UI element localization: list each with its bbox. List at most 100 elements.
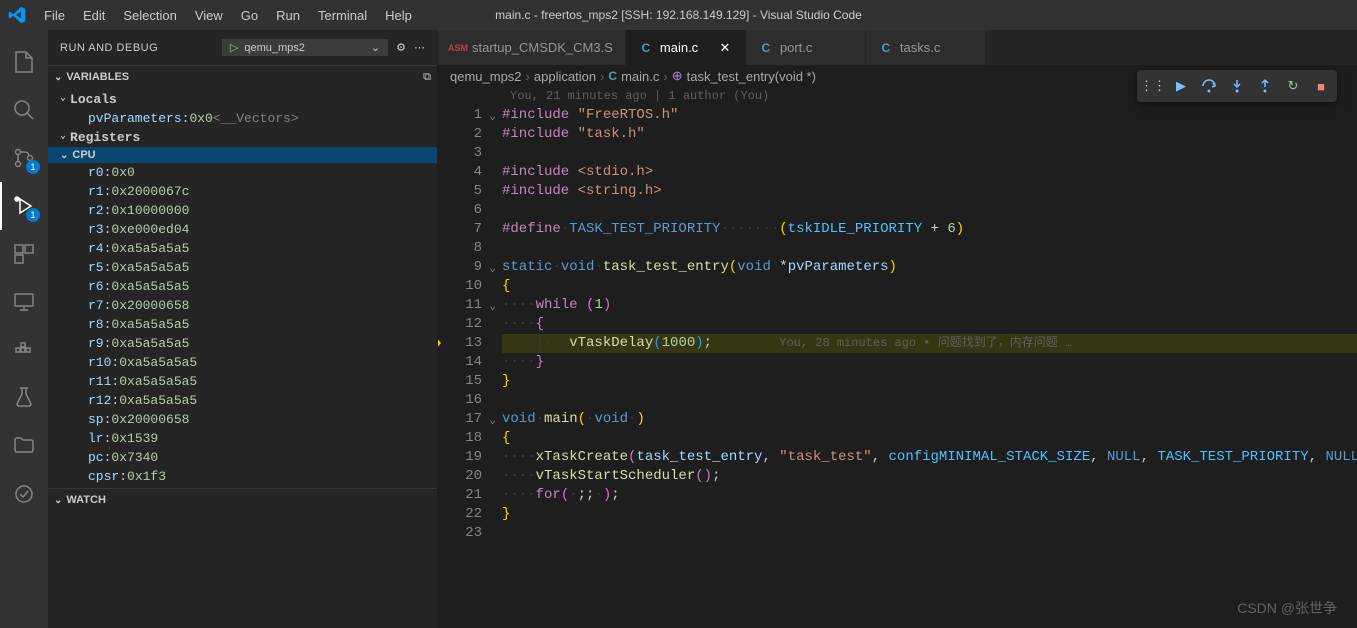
line-number[interactable]: 21 (438, 486, 482, 505)
code-line[interactable]: #include "FreeRTOS.h" (502, 106, 1357, 125)
line-number[interactable]: 15 (438, 372, 482, 391)
close-icon[interactable]: ✕ (717, 40, 733, 56)
code-line[interactable] (502, 524, 1357, 543)
code-line[interactable] (502, 391, 1357, 410)
menu-help[interactable]: Help (377, 4, 420, 27)
editor-tab[interactable]: Ctasks.c (866, 30, 986, 65)
line-number[interactable]: 3 (438, 144, 482, 163)
register-item[interactable]: r9: 0xa5a5a5a5 (48, 334, 437, 353)
code-line[interactable]: { (502, 429, 1357, 448)
line-number[interactable]: 23 (438, 524, 482, 543)
locals-header[interactable]: ⌄Locals (48, 90, 437, 109)
code-line[interactable]: ····} (502, 353, 1357, 372)
code-line[interactable]: #define·TASK_TEST_PRIORITY·······(tskIDL… (502, 220, 1357, 239)
line-number[interactable]: 17⌄ (438, 410, 482, 429)
registers-header[interactable]: ⌄Registers (48, 128, 437, 147)
activity-testing-icon[interactable] (0, 374, 48, 422)
register-item[interactable]: r7: 0x20000658 (48, 296, 437, 315)
start-debug-icon[interactable]: ▷ (230, 41, 238, 54)
menu-run[interactable]: Run (268, 4, 308, 27)
code-line[interactable]: ····for(·;;·); (502, 486, 1357, 505)
menu-view[interactable]: View (187, 4, 231, 27)
stop-icon[interactable]: ■ (1309, 74, 1333, 98)
line-number[interactable]: 11⌄ (438, 296, 482, 315)
menu-terminal[interactable]: Terminal (310, 4, 375, 27)
register-item[interactable]: r10: 0xa5a5a5a5 (48, 353, 437, 372)
ellipsis-icon[interactable]: ⋯ (414, 41, 425, 54)
activity-timeline-icon[interactable] (0, 470, 48, 518)
editor-tab[interactable]: Cmain.c✕ (626, 30, 746, 65)
line-number[interactable]: 20 (438, 467, 482, 486)
fold-icon[interactable]: ⌄ (489, 412, 496, 431)
register-item[interactable]: r6: 0xa5a5a5a5 (48, 277, 437, 296)
activity-scm-icon[interactable]: 1 (0, 134, 48, 182)
line-number[interactable]: 19 (438, 448, 482, 467)
menu-go[interactable]: Go (233, 4, 266, 27)
line-number[interactable]: 12 (438, 315, 482, 334)
code-line[interactable]: ····vTaskStartScheduler(); (502, 467, 1357, 486)
register-item[interactable]: pc: 0x7340 (48, 448, 437, 467)
code-line[interactable]: { (502, 277, 1357, 296)
watch-header[interactable]: ⌄ WATCH (48, 489, 437, 511)
drag-handle-icon[interactable]: ⋮⋮ (1141, 74, 1165, 98)
register-item[interactable]: r0: 0x0 (48, 163, 437, 182)
code-line[interactable] (502, 239, 1357, 258)
register-item[interactable]: r4: 0xa5a5a5a5 (48, 239, 437, 258)
fold-icon[interactable]: ⌄ (489, 298, 496, 317)
line-number[interactable]: 7 (438, 220, 482, 239)
line-number[interactable]: 8 (438, 239, 482, 258)
activity-search-icon[interactable] (0, 86, 48, 134)
line-number[interactable]: 18 (438, 429, 482, 448)
breadcrumb-item[interactable]: main.c (621, 69, 659, 84)
chevron-down-icon[interactable]: ⌄ (371, 41, 380, 54)
line-number[interactable]: 5 (438, 182, 482, 201)
fold-icon[interactable]: ⌄ (489, 108, 496, 127)
code-line[interactable]: #include <string.h> (502, 182, 1357, 201)
editor-tab[interactable]: Cport.c (746, 30, 866, 65)
line-number[interactable]: 4 (438, 163, 482, 182)
line-number[interactable]: 14 (438, 353, 482, 372)
gutter[interactable]: 1⌄23456789⌄1011⌄121314151617⌄18192021222… (438, 106, 502, 543)
restart-icon[interactable]: ↻ (1281, 74, 1305, 98)
line-number[interactable]: 22 (438, 505, 482, 524)
line-number[interactable]: 2 (438, 125, 482, 144)
code-line[interactable]: } (502, 372, 1357, 391)
register-item[interactable]: r3: 0xe000ed04 (48, 220, 437, 239)
line-number[interactable]: 9⌄ (438, 258, 482, 277)
copy-icon[interactable]: ⧉ (423, 71, 431, 84)
activity-folder-icon[interactable] (0, 422, 48, 470)
step-over-icon[interactable] (1197, 74, 1221, 98)
code-line[interactable]: void·main(·void·) (502, 410, 1357, 429)
line-number[interactable]: 16 (438, 391, 482, 410)
code-line[interactable]: } (502, 505, 1357, 524)
code-line[interactable]: #include <stdio.h> (502, 163, 1357, 182)
line-number[interactable]: 10 (438, 277, 482, 296)
breadcrumb-item[interactable]: application (534, 69, 596, 84)
activity-remote-icon[interactable] (0, 278, 48, 326)
register-item[interactable]: sp: 0x20000658 (48, 410, 437, 429)
cpu-header[interactable]: ⌄CPU (48, 147, 437, 163)
code-line[interactable]: static·void·task_test_entry(void *pvPara… (502, 258, 1357, 277)
line-number[interactable]: 13 (438, 334, 482, 353)
step-out-icon[interactable] (1253, 74, 1277, 98)
code-line[interactable]: ····{ (502, 315, 1357, 334)
menu-edit[interactable]: Edit (75, 4, 113, 27)
variables-header[interactable]: ⌄ VARIABLES ⧉ (48, 66, 437, 88)
code-line[interactable] (502, 144, 1357, 163)
code-body[interactable]: #include "FreeRTOS.h"#include "task.h" #i… (502, 106, 1357, 543)
editor-content[interactable]: You, 21 minutes ago | 1 author (You) 1⌄2… (438, 87, 1357, 628)
register-item[interactable]: r11: 0xa5a5a5a5 (48, 372, 437, 391)
code-line[interactable]: ····│···vTaskDelay(1000); You, 28 minute… (502, 334, 1357, 353)
variable-item[interactable]: pvParameters: 0x0 <__Vectors> (48, 109, 437, 128)
register-item[interactable]: r8: 0xa5a5a5a5 (48, 315, 437, 334)
register-item[interactable]: r1: 0x2000067c (48, 182, 437, 201)
step-into-icon[interactable] (1225, 74, 1249, 98)
register-item[interactable]: r2: 0x10000000 (48, 201, 437, 220)
fold-icon[interactable]: ⌄ (489, 260, 496, 279)
breadcrumb-item[interactable]: qemu_mps2 (450, 69, 522, 84)
activity-explorer-icon[interactable] (0, 38, 48, 86)
code-line[interactable]: #include "task.h" (502, 125, 1357, 144)
line-number[interactable]: 6 (438, 201, 482, 220)
activity-docker-icon[interactable] (0, 326, 48, 374)
code-line[interactable]: ····while (1) (502, 296, 1357, 315)
